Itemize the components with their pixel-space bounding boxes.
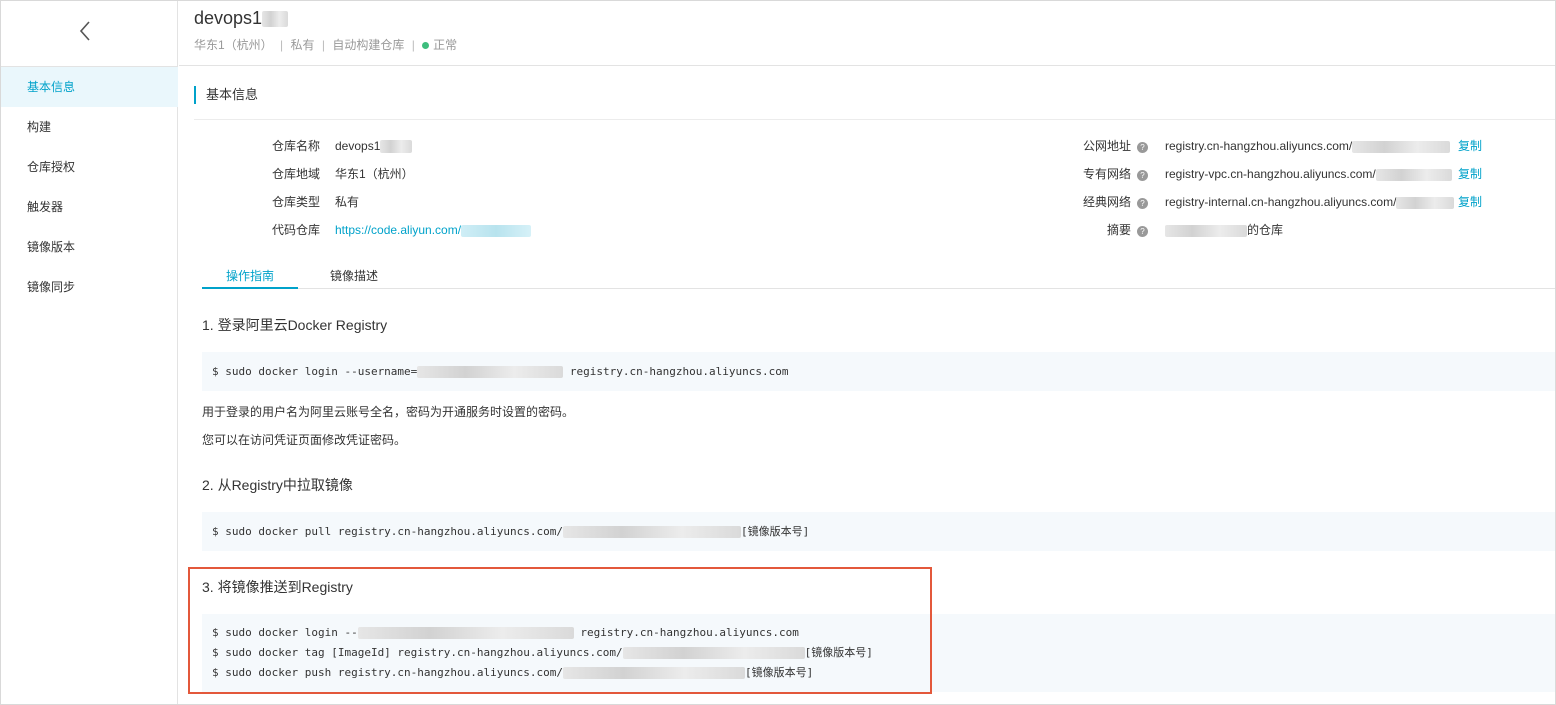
info-label: 摘要 <box>1106 223 1131 237</box>
code-repo-link[interactable]: https://code.aliyun.com/ <box>335 222 532 238</box>
code-line: $ sudo docker login --username= registry… <box>212 365 789 378</box>
info-value-vpc: registry-vpc.cn-hangzhou.aliyuncs.com/ <box>1165 166 1452 182</box>
step-1-note-1: 用于登录的用户名为阿里云账号全名，密码为开通服务时设置的密码。 <box>202 405 575 419</box>
section-divider <box>194 119 1555 120</box>
info-value-name: devops1 <box>335 138 413 154</box>
code-line: $ sudo docker pull registry.cn-hangzhou.… <box>212 525 810 538</box>
copy-classic-button[interactable]: 复制 <box>1458 194 1482 210</box>
repo-type: 私有 <box>290 38 315 52</box>
redacted-text <box>262 11 289 28</box>
section-title: 基本信息 <box>194 86 258 104</box>
info-label-wrap: 摘要? <box>1014 222 1148 238</box>
info-label: 仓库地域 <box>271 167 320 181</box>
info-label: 代码仓库 <box>271 223 320 237</box>
sidebar-item-build[interactable]: 构建 <box>1 107 178 147</box>
redacted-text <box>1165 224 1247 237</box>
info-label: 经典网络 <box>1082 195 1131 209</box>
info-value-region: 华东1（杭州） <box>335 167 414 181</box>
info-label: 仓库名称 <box>271 139 320 153</box>
chevron-left-icon <box>79 21 90 41</box>
info-row-region: 仓库地域 华东1（杭州） <box>194 166 794 182</box>
sidebar-nav: 基本信息 构建 仓库授权 触发器 镜像版本 镜像同步 <box>1 67 178 307</box>
redacted-text <box>417 366 564 378</box>
code-block-pull[interactable]: $ sudo docker pull registry.cn-hangzhou.… <box>202 512 1555 551</box>
info-label: 专有网络 <box>1082 167 1131 181</box>
step-1-note-2: 您可以在访问凭证页面修改凭证密码。 <box>202 433 407 447</box>
info-row-public: 公网地址? registry.cn-hangzhou.aliyuncs.com/… <box>1014 138 1554 154</box>
separator: | <box>280 38 284 52</box>
info-label-wrap: 公网地址? <box>1014 138 1148 154</box>
copy-public-button[interactable]: 复制 <box>1458 138 1482 154</box>
back-button[interactable] <box>73 19 97 43</box>
tab-image-description[interactable]: 镜像描述 <box>306 267 402 289</box>
redacted-text <box>461 224 532 237</box>
page-header: devops1 华东1（杭州） | 私有 | 自动构建仓库 | 正常 <box>179 1 1555 66</box>
help-icon[interactable]: ? <box>1137 226 1148 237</box>
copy-vpc-button[interactable]: 复制 <box>1458 166 1482 182</box>
info-row-summary: 摘要? 的仓库 <box>1014 222 1554 238</box>
page-title: devops1 <box>194 8 289 29</box>
help-icon[interactable]: ? <box>1137 170 1148 181</box>
help-icon[interactable]: ? <box>1137 142 1148 153</box>
info-label-wrap: 经典网络? <box>1014 194 1148 210</box>
info-row-code: 代码仓库 https://code.aliyun.com/ <box>194 222 794 238</box>
info-value-public: registry.cn-hangzhou.aliyuncs.com/ <box>1165 138 1451 154</box>
code-block-login[interactable]: $ sudo docker login --username= registry… <box>202 352 1555 391</box>
guide-tabs: 操作指南 镜像描述 <box>202 267 1555 289</box>
repo-source: 自动构建仓库 <box>332 38 405 52</box>
sidebar-item-image-sync[interactable]: 镜像同步 <box>1 267 178 307</box>
help-icon[interactable]: ? <box>1137 198 1148 209</box>
info-row-type: 仓库类型 私有 <box>194 194 794 210</box>
status-dot-icon <box>422 42 430 49</box>
info-row-name: 仓库名称 devops1 <box>194 138 794 154</box>
redacted-text <box>1352 140 1451 153</box>
separator: | <box>411 38 415 52</box>
sidebar-item-authorization[interactable]: 仓库授权 <box>1 147 178 187</box>
redacted-text <box>1375 168 1452 181</box>
sidebar-item-basic-info[interactable]: 基本信息 <box>1 67 178 107</box>
redacted-text <box>380 140 413 154</box>
sidebar-item-image-versions[interactable]: 镜像版本 <box>1 227 178 267</box>
info-row-vpc: 专有网络? registry-vpc.cn-hangzhou.aliyuncs.… <box>1014 166 1554 182</box>
info-value-classic: registry-internal.cn-hangzhou.aliyuncs.c… <box>1165 194 1455 210</box>
step-1-title: 1. 登录阿里云Docker Registry <box>202 317 388 333</box>
redacted-text <box>1396 196 1455 209</box>
status-badge: 正常 <box>433 38 458 52</box>
repo-region: 华东1（杭州） <box>194 38 273 52</box>
info-row-classic: 经典网络? registry-internal.cn-hangzhou.aliy… <box>1014 194 1554 210</box>
highlight-box <box>188 567 932 694</box>
repo-meta: 华东1（杭州） | 私有 | 自动构建仓库 | 正常 <box>194 36 457 53</box>
sidebar-item-trigger[interactable]: 触发器 <box>1 187 178 227</box>
step-2-title: 2. 从Registry中拉取镜像 <box>202 477 353 493</box>
info-label-wrap: 专有网络? <box>1014 166 1148 182</box>
redacted-text <box>563 526 741 538</box>
info-value-summary: 的仓库 <box>1165 222 1283 238</box>
tab-operation-guide[interactable]: 操作指南 <box>202 267 298 289</box>
info-label: 仓库类型 <box>271 195 320 209</box>
info-label: 公网地址 <box>1082 139 1131 153</box>
separator: | <box>321 38 325 52</box>
info-value-type: 私有 <box>335 195 360 209</box>
sidebar: 基本信息 构建 仓库授权 触发器 镜像版本 镜像同步 <box>1 1 178 704</box>
repo-title: devops1 <box>194 8 263 28</box>
